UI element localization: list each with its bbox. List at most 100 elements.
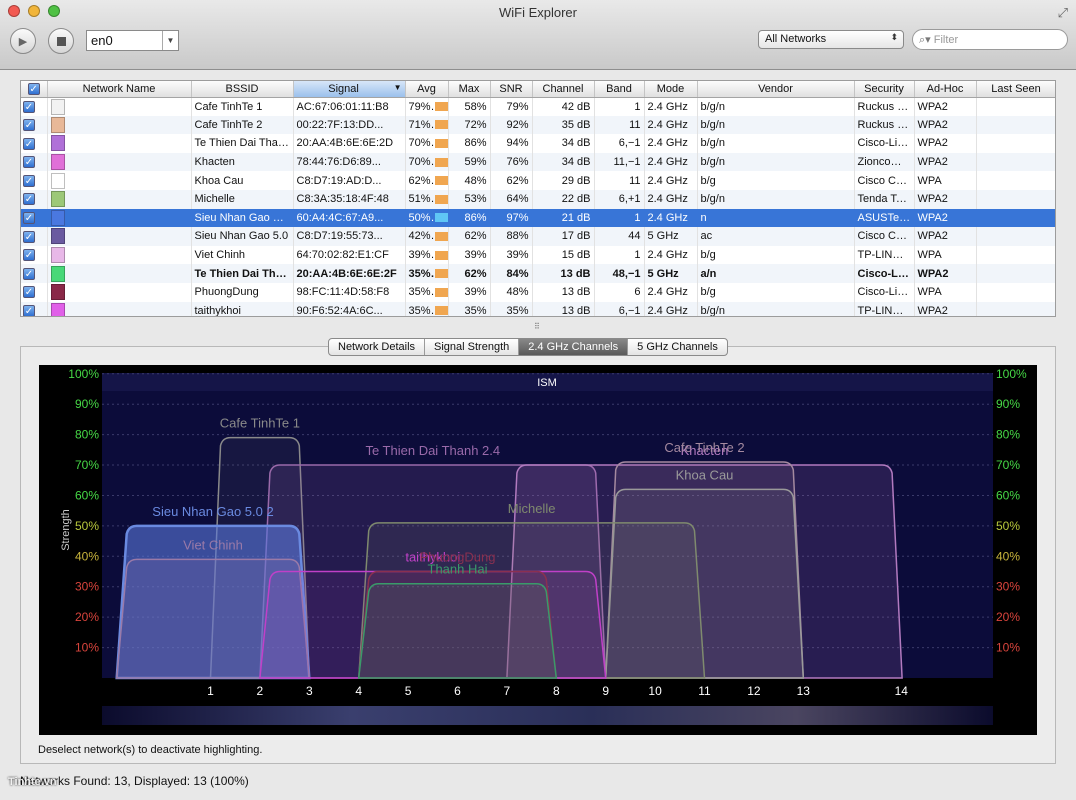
checkmark-icon[interactable]: ✓ <box>23 100 35 113</box>
cell-bssid: 98:FC:11:4D:58:F8 <box>293 282 406 302</box>
row-checkbox-cell[interactable]: ✓ <box>21 115 48 135</box>
signal-bar-fill <box>434 232 447 242</box>
column-header[interactable]: Vendor <box>697 81 855 98</box>
color-swatch <box>50 116 65 133</box>
column-header[interactable]: Security <box>854 81 915 98</box>
cell-channel: 48,−1 <box>594 264 645 283</box>
checkmark-icon[interactable]: ✓ <box>23 174 35 187</box>
split-view-handle[interactable]: ⠿ <box>534 322 540 331</box>
cell-security: WPA2 <box>914 264 977 283</box>
column-header[interactable]: Last Seen <box>976 81 1055 98</box>
cell-max: 88% <box>490 227 533 246</box>
cell-vendor: Cisco-Linksys, LLC <box>854 282 915 302</box>
row-checkbox-cell[interactable]: ✓ <box>21 282 48 302</box>
channel-tick-label: 14 <box>895 684 909 698</box>
row-checkbox-cell[interactable]: ✓ <box>21 134 48 153</box>
cell-adhoc <box>976 189 1055 209</box>
cell-band: 2.4 GHz <box>644 245 698 265</box>
checkmark-icon[interactable]: ✓ <box>23 211 35 224</box>
cell-snr: 22 dB <box>532 189 595 209</box>
cell-snr: 13 dB <box>532 301 595 316</box>
cell-security: WPA <box>914 282 977 302</box>
checkmark-icon[interactable]: ✓ <box>23 267 35 280</box>
signal-bar <box>433 286 447 298</box>
start-scan-button[interactable]: ▶ <box>10 28 36 54</box>
row-checkbox-cell[interactable]: ✓ <box>21 208 48 228</box>
table-row[interactable]: ✓ Viet Chinh 64:70:02:82:E1:CF 39% 39% 39% 15 … <box>21 245 1055 265</box>
search-input[interactable]: ⌕▾ Filter <box>912 29 1068 50</box>
column-header[interactable]: Ad-Hoc <box>914 81 977 98</box>
row-checkbox-cell[interactable]: ✓ <box>21 264 48 283</box>
column-header[interactable]: BSSID <box>191 81 294 98</box>
row-checkbox-cell[interactable]: ✓ <box>21 152 48 172</box>
table-row[interactable]: ✓ Te Thien Dai Thanh 2.420:AA:4B:6E:6E:2D… <box>21 134 1055 153</box>
chevron-down-icon[interactable]: ▼ <box>162 31 178 50</box>
row-checkbox-cell[interactable]: ✓ <box>21 227 48 246</box>
table-row[interactable]: ✓ Sieu Nhan Gao 5.0 C8:D7:19:55:73... 42% 62… <box>21 227 1055 246</box>
color-swatch <box>50 209 65 226</box>
table-row[interactable]: ✓ Cafe TinhTe 1 AC:67:06:01:11:B8 79% 58% 79%… <box>21 97 1055 116</box>
column-header[interactable]: Avg <box>405 81 449 98</box>
table-row[interactable]: ✓ Khacten 78:44:76:D6:89... 70% 59% 76% 34 dB 1… <box>21 152 1055 172</box>
channel-tick-label: 12 <box>747 684 761 698</box>
color-swatch <box>50 228 65 245</box>
cell-snr: 15 dB <box>532 245 595 265</box>
column-header[interactable]: SNR <box>490 81 533 98</box>
interface-value: en0 <box>91 33 113 48</box>
cell-bssid: AC:67:06:01:11:B8 <box>293 97 406 116</box>
fullscreen-icon[interactable]: ⤢ <box>1058 5 1068 21</box>
tab-2-4-ghz-channels[interactable]: 2.4 GHz Channels <box>519 339 629 355</box>
table-row[interactable]: ✓ Sieu Nhan Gao 5.0 2 60:A4:4C:67:A9... 50%… <box>21 208 1055 228</box>
checkmark-icon[interactable]: ✓ <box>23 249 35 262</box>
cell-avg: 72% <box>448 115 491 135</box>
cell-channel: 1 <box>594 245 645 265</box>
table-row[interactable]: ✓ PhuongDung 98:FC:11:4D:58:F8 35% 39% 48% 13 … <box>21 282 1055 302</box>
column-header[interactable]: Mode <box>644 81 698 98</box>
checkmark-icon[interactable]: ✓ <box>23 304 35 316</box>
column-header[interactable]: Band <box>594 81 645 98</box>
table-row[interactable]: ✓ Te Thien Dai Thanh 5.020:AA:4B:6E:6E:2F… <box>21 264 1055 283</box>
network-curve-label: Michelle <box>508 501 556 516</box>
select-all-checkbox[interactable]: ✓ <box>21 81 48 98</box>
table-row[interactable]: ✓ Khoa Cau C8:D7:19:AD:D... 62% 48% 62% 29 dB 1… <box>21 171 1055 190</box>
tab-5-ghz-channels[interactable]: 5 GHz Channels <box>628 339 727 355</box>
cell-name: Khoa Cau <box>191 171 294 190</box>
cell-avg: 62% <box>448 264 491 283</box>
column-header-sorted[interactable]: Signal ▼ <box>293 81 406 98</box>
column-header[interactable]: Max <box>448 81 491 98</box>
checkmark-icon[interactable]: ✓ <box>23 193 35 206</box>
row-checkbox-cell[interactable]: ✓ <box>21 97 48 116</box>
view-tabs: Network Details Signal Strength 2.4 GHz … <box>328 338 728 356</box>
cell-security: WPA2 <box>914 208 977 228</box>
column-header-label: Signal <box>328 82 359 95</box>
network-filter-select[interactable]: All Networks ⬍ <box>758 30 904 49</box>
table-row[interactable]: ✓ Cafe TinhTe 2 00:22:7F:13:DD... 71% 72% 92%… <box>21 115 1055 135</box>
checkmark-icon[interactable]: ✓ <box>23 230 35 243</box>
cell-signal: 70% <box>405 134 449 153</box>
table-row[interactable]: ✓ taithykhoi 90:F6:52:4A:6C... 35% 35% 35% 13 … <box>21 301 1055 316</box>
row-checkbox-cell[interactable]: ✓ <box>21 171 48 190</box>
table-row[interactable]: ✓ Michelle C8:3A:35:18:4F:48 51% 53% 64% 22 dB… <box>21 189 1055 209</box>
cell-band: 2.4 GHz <box>644 208 698 228</box>
y-tick-label: 10% <box>75 641 99 655</box>
checkmark-icon[interactable]: ✓ <box>23 286 35 299</box>
tab-signal-strength[interactable]: Signal Strength <box>425 339 520 355</box>
network-table[interactable]: ✓ Network Name BSSID Signal ▼ Avg Max SN… <box>20 80 1056 317</box>
column-header[interactable]: Network Name <box>47 81 192 98</box>
interface-select[interactable]: en0 ▼ <box>86 30 179 51</box>
row-checkbox-cell[interactable]: ✓ <box>21 245 48 265</box>
cell-mode: b/g <box>697 282 855 302</box>
checkmark-icon[interactable]: ✓ <box>23 118 35 131</box>
row-checkbox-cell[interactable]: ✓ <box>21 301 48 316</box>
checkmark-icon[interactable]: ✓ <box>23 156 35 169</box>
checkmark-icon[interactable]: ✓ <box>23 137 35 150</box>
row-checkbox-cell[interactable]: ✓ <box>21 189 48 209</box>
channel-tick-label: 9 <box>602 684 609 698</box>
cell-signal: 70% <box>405 152 449 172</box>
stop-scan-button[interactable] <box>48 28 74 54</box>
tab-network-details[interactable]: Network Details <box>329 339 426 355</box>
sort-desc-icon: ▼ <box>393 82 402 92</box>
column-header[interactable]: Channel <box>532 81 595 98</box>
y-tick-label: 80% <box>996 428 1020 442</box>
network-channel-curve[interactable] <box>357 582 558 679</box>
